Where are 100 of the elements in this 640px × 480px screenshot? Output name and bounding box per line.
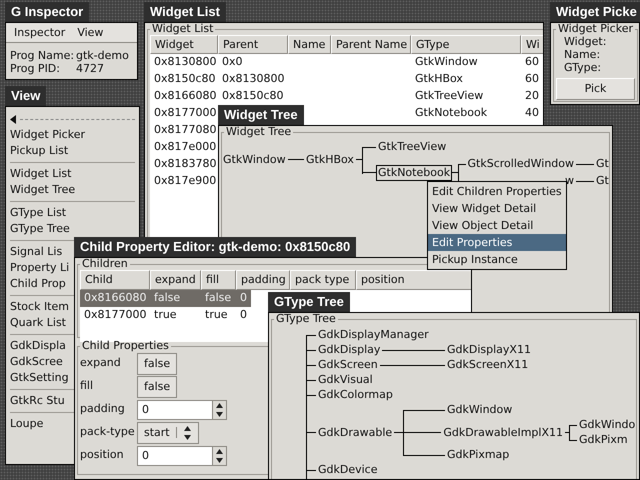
spin-arrows-icon[interactable] [215, 446, 224, 464]
table-cell: false [154, 291, 180, 304]
spin-arrows-icon[interactable] [215, 400, 224, 418]
column-header[interactable]: pack type [290, 270, 356, 290]
combo-box[interactable]: start [137, 422, 199, 444]
window-title: GType Tree [268, 292, 350, 312]
menu-item[interactable]: GType Tree [10, 221, 70, 237]
up-down-icon[interactable] [182, 424, 192, 442]
table-cell: 0x0 [222, 55, 243, 68]
number-field[interactable]: 0 [137, 400, 213, 420]
tree-node[interactable]: GdkPixmap [445, 447, 512, 463]
tree-node[interactable]: w [563, 173, 576, 189]
menu-item[interactable]: Stock Item [10, 299, 69, 315]
tree-node[interactable]: GdkDrawable [316, 424, 394, 440]
tree-node[interactable]: GdkDevice [316, 462, 380, 478]
tree-node[interactable]: GdkDisplayManager [316, 327, 431, 343]
info-value: 4727 [76, 62, 104, 75]
table-cell: 60 [525, 55, 539, 68]
menu-item[interactable]: Pickup List [10, 143, 68, 159]
window-title: Child Property Editor: gtk-demo: 0x8150c80 [74, 237, 356, 257]
table-cell: true [205, 308, 228, 322]
menu-item[interactable]: Inspector [14, 27, 66, 38]
table-row[interactable]: 0x8166080 false false 0 [80, 290, 251, 307]
column-header[interactable]: Parent Name [331, 35, 411, 54]
table-cell: 0x8130800 [154, 55, 216, 68]
column-header[interactable]: Child [80, 270, 150, 290]
field-label: GType: [564, 61, 602, 74]
column-header[interactable]: GType [411, 35, 521, 54]
menu-item[interactable]: GtkRc Stu [10, 393, 65, 409]
toggle-button[interactable]: false [137, 352, 178, 374]
field-label: expand [80, 355, 122, 372]
menu-item[interactable]: Widget Picker [10, 127, 85, 143]
column-header[interactable]: position [356, 270, 471, 290]
number-field[interactable]: 0 [137, 446, 213, 466]
tree-node[interactable]: GdkDrawableImplX11 [441, 424, 565, 440]
tree-node[interactable]: GdkWindo [577, 417, 638, 433]
toggle-button[interactable]: false [137, 376, 178, 398]
info-value: gtk-demo [76, 49, 129, 62]
tree-node[interactable]: GtkScrolledWindow [466, 156, 576, 172]
menu-item[interactable]: Property Li [10, 260, 70, 276]
table-row[interactable]: 0x8177000 true true 0 [80, 307, 251, 324]
menu-item[interactable]: GType List [10, 205, 66, 221]
left-triangle-icon [10, 114, 16, 124]
tree-node[interactable]: Gt [594, 156, 611, 172]
menu-item[interactable]: View [77, 27, 104, 38]
table-cell: 0x8150c80 [154, 72, 216, 86]
tearoff-line[interactable] [20, 118, 135, 120]
tree-node[interactable]: GdkScreenX11 [445, 357, 530, 373]
field-label: padding [80, 401, 126, 418]
column-header[interactable]: padding [236, 270, 290, 290]
column-header[interactable]: Parent [218, 35, 288, 54]
tree-node[interactable]: GdkScreen [316, 357, 380, 373]
tree-node[interactable]: GtkWindow [221, 152, 288, 168]
table-cell: 0 [240, 308, 247, 322]
menu-item[interactable]: Edit Properties [428, 234, 566, 251]
column-header[interactable]: Name [288, 35, 331, 54]
frame-label: GType Tree [275, 313, 337, 325]
tree-node[interactable]: GtkTreeView [376, 139, 448, 155]
menu-item[interactable]: GdkDispla [10, 338, 66, 354]
frame-label: Widget Picker [557, 23, 634, 35]
window-title: G Inspector [5, 2, 90, 22]
menu-item[interactable]: Child Prop [10, 276, 66, 292]
frame-label: Widget Tree [225, 126, 292, 138]
menu-item[interactable]: View Widget Detail [428, 200, 566, 217]
table-cell: 0x8166080 [154, 89, 216, 102]
tree-node[interactable]: GdkDisplay [316, 342, 382, 358]
menu-item[interactable]: View Object Detail [428, 217, 566, 234]
menu-item[interactable]: GdkScree [10, 354, 63, 370]
table-cell: 0x8150c80 [222, 89, 284, 102]
column-header[interactable]: fill [201, 270, 236, 290]
info-label: Prog Name: [10, 49, 76, 62]
menu-item[interactable]: Widget Tree [10, 182, 76, 198]
table-cell: false [205, 291, 232, 304]
tree-node[interactable]: GtkNotebook [376, 164, 452, 180]
tree-node[interactable]: GtkHBox [304, 152, 356, 168]
table-cell: GtkWindow [415, 55, 478, 68]
table-cell: GtkTreeView [415, 89, 484, 102]
tree-node[interactable]: GdkPixm [577, 432, 630, 448]
window-title: Widget Picke [550, 2, 640, 22]
tree-node[interactable]: GdkVisual [316, 372, 375, 388]
table-cell: true [154, 308, 177, 322]
table-cell: 0x817e000 [154, 140, 216, 154]
pick-button[interactable]: Pick [556, 78, 635, 100]
tree-node[interactable]: GdkColormap [316, 387, 395, 403]
table-cell: 0x8177000 [84, 308, 146, 322]
menu-item[interactable]: Pickup Instance [428, 251, 566, 268]
tree-node[interactable]: GdkWindow [445, 402, 514, 418]
table-cell: 40 [525, 106, 539, 120]
column-header[interactable]: Wi [521, 35, 543, 54]
menu-item[interactable]: Widget List [10, 166, 72, 182]
tree-node[interactable]: Gt [594, 173, 611, 189]
tree-node[interactable]: GdkDisplayX11 [445, 342, 533, 358]
column-header[interactable]: Widget [150, 35, 218, 54]
field-label: Name: [564, 48, 602, 61]
menu-item[interactable]: Signal Lis [10, 244, 62, 260]
column-header[interactable]: expand [150, 270, 201, 290]
menu-item[interactable]: GtkSetting [10, 370, 69, 386]
menu-item[interactable]: Quark List [10, 315, 66, 331]
menu-item[interactable]: Loupe [10, 416, 44, 432]
menu-item[interactable]: Edit Children Properties [428, 183, 566, 200]
